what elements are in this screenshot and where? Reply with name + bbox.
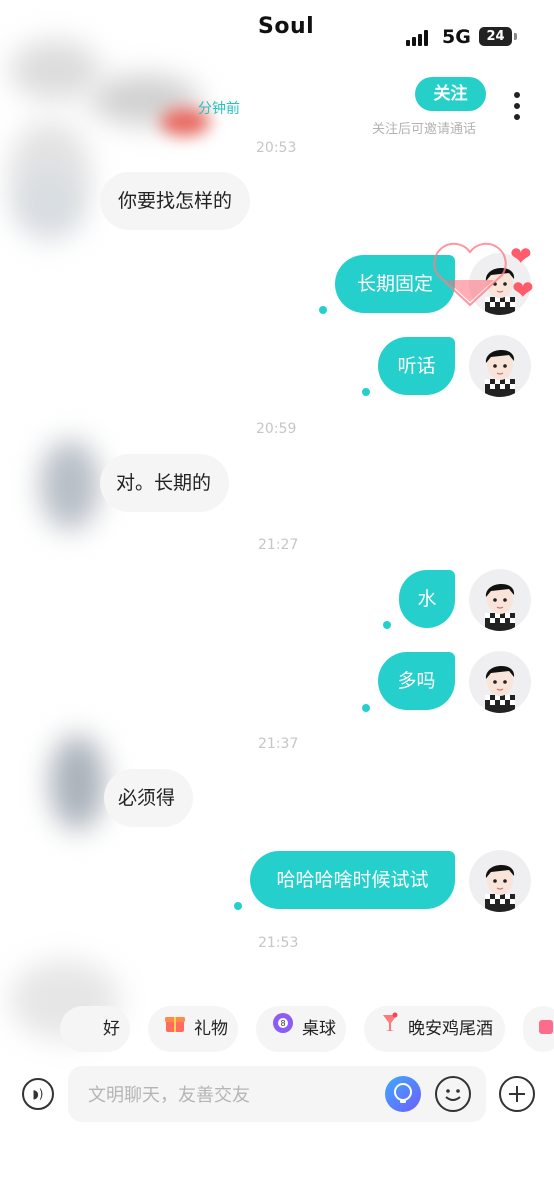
timestamp: 21:37 (258, 736, 299, 752)
message-incoming[interactable]: 你要找怎样的 (100, 172, 251, 230)
read-indicator (234, 902, 242, 910)
quick-chip-gift[interactable]: 礼物 (148, 1006, 238, 1052)
message-input-box[interactable] (68, 1066, 486, 1124)
my-avatar[interactable] (469, 569, 531, 631)
timestamp: 20:53 (256, 140, 297, 156)
online-status: 分钟前 (198, 101, 240, 117)
timestamp: 21:53 (258, 935, 299, 951)
my-avatar[interactable] (469, 850, 531, 912)
plus-icon[interactable] (499, 1076, 535, 1112)
svg-text:8: 8 (280, 1019, 285, 1028)
carrier-label: Soul (258, 14, 315, 39)
billiard-ball-icon: 8 (272, 1006, 294, 1052)
follow-hint: 关注后可邀请通话 (372, 122, 477, 137)
follow-button[interactable]: 关注 (415, 77, 486, 111)
partner-avatar-blurred[interactable] (40, 440, 100, 530)
partner-avatar-blurred[interactable] (50, 735, 105, 830)
gift-icon (164, 1006, 186, 1052)
more-icon[interactable] (514, 92, 522, 122)
quick-chip-billiards[interactable]: 8 桌球 (256, 1006, 346, 1052)
message-incoming[interactable]: 对。长期的 (100, 454, 230, 512)
quick-chip-cocktail[interactable]: 晚安鸡尾酒 (364, 1006, 505, 1052)
network-label: 5G (442, 26, 471, 48)
timestamp: 21:27 (258, 537, 299, 553)
timestamp: 20:59 (256, 421, 297, 437)
my-avatar[interactable] (469, 335, 531, 397)
message-outgoing[interactable]: 多吗 (378, 652, 455, 710)
message-input[interactable] (86, 1066, 380, 1124)
read-indicator (362, 388, 370, 396)
read-indicator (319, 306, 327, 314)
message-outgoing[interactable]: 水 (399, 570, 455, 628)
ai-assistant-icon[interactable] (385, 1076, 421, 1112)
signal-icon (406, 30, 432, 46)
my-avatar[interactable] (469, 651, 531, 713)
read-indicator (383, 621, 391, 629)
battery-icon: 24 (479, 27, 512, 46)
battery-tip (514, 33, 517, 40)
voice-icon[interactable]: ◗) (22, 1078, 54, 1110)
partner-avatar-blurred[interactable] (14, 170, 84, 240)
message-incoming[interactable]: 必须得 (104, 769, 194, 827)
shop-icon (539, 1020, 553, 1034)
read-indicator (362, 704, 370, 712)
quick-chip-partial[interactable] (523, 1006, 554, 1052)
emoji-icon[interactable] (435, 1076, 471, 1112)
cocktail-icon (380, 1006, 400, 1052)
message-outgoing[interactable]: 听话 (378, 337, 455, 395)
quick-chip[interactable]: 好 (60, 1006, 130, 1052)
message-outgoing[interactable]: 哈哈哈啥时候试试 (250, 851, 455, 909)
